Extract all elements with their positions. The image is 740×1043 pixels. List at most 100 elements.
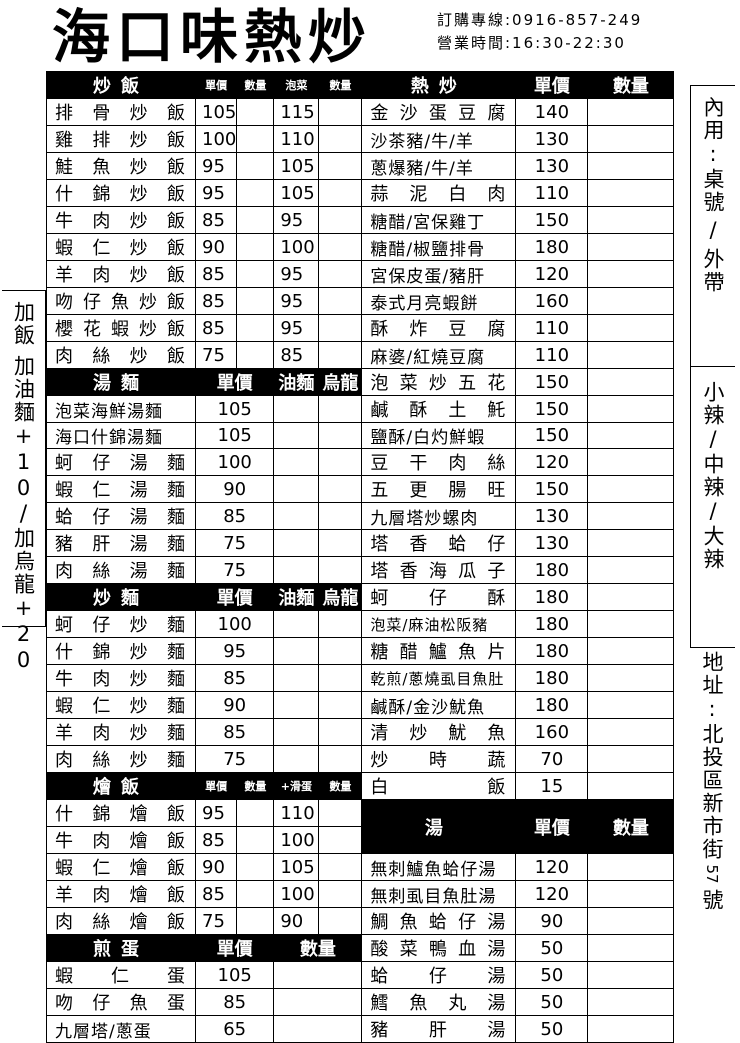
- quantity-cell[interactable]: [318, 853, 363, 881]
- quantity-cell[interactable]: [587, 934, 675, 962]
- quantity-cell[interactable]: [273, 961, 363, 989]
- quantity-cell[interactable]: [587, 448, 675, 476]
- table-row: 煎蛋 單價 數量酸菜鴨血湯 50: [46, 934, 675, 962]
- quantity-cell[interactable]: [318, 422, 363, 449]
- quantity-cell[interactable]: [273, 610, 320, 638]
- quantity-cell[interactable]: [318, 206, 363, 234]
- quantity-cell[interactable]: [318, 637, 363, 665]
- soup-col-price: 單價: [515, 799, 589, 854]
- quantity-cell[interactable]: [273, 691, 320, 719]
- quantity-cell[interactable]: [587, 314, 675, 342]
- quantity-cell[interactable]: [318, 502, 363, 530]
- quantity-cell[interactable]: [318, 799, 363, 827]
- quantity-cell[interactable]: [318, 718, 363, 746]
- quantity-cell[interactable]: [318, 610, 363, 638]
- quantity-cell[interactable]: [236, 799, 275, 827]
- quantity-cell[interactable]: [587, 988, 675, 1016]
- table-row: 蝦仁蛋 105 蛤仔湯 50: [46, 961, 675, 989]
- quantity-cell[interactable]: [273, 502, 320, 530]
- quantity-cell[interactable]: [236, 287, 275, 315]
- quantity-cell[interactable]: [273, 422, 320, 449]
- quantity-cell[interactable]: [587, 961, 675, 989]
- quantity-cell[interactable]: [318, 529, 363, 557]
- quantity-cell[interactable]: [587, 529, 675, 557]
- quantity-cell[interactable]: [318, 395, 363, 423]
- quantity-cell[interactable]: [587, 179, 675, 207]
- quantity-cell[interactable]: [587, 745, 675, 773]
- quantity-cell[interactable]: [318, 448, 363, 476]
- quantity-cell[interactable]: [318, 880, 363, 908]
- quantity-cell[interactable]: [236, 826, 275, 854]
- quantity-cell[interactable]: [273, 529, 320, 557]
- quantity-cell[interactable]: [236, 341, 275, 369]
- quantity-cell[interactable]: [318, 314, 363, 342]
- quantity-cell[interactable]: [318, 475, 363, 503]
- table-row: 肉絲炒麵 75 炒時蔬 70: [46, 745, 675, 773]
- takeout-label: 外帶: [701, 248, 725, 294]
- quantity-cell[interactable]: [587, 206, 675, 234]
- menu-item-name: 蚵仔酥: [361, 583, 517, 611]
- quantity-cell[interactable]: [587, 583, 675, 611]
- quantity-cell[interactable]: [273, 637, 320, 665]
- quantity-cell[interactable]: [318, 826, 363, 854]
- quantity-cell[interactable]: [318, 745, 363, 773]
- quantity-cell[interactable]: [318, 691, 363, 719]
- quantity-cell[interactable]: [236, 152, 275, 180]
- quantity-cell[interactable]: [587, 718, 675, 746]
- quantity-cell[interactable]: [318, 260, 363, 288]
- quantity-cell[interactable]: [587, 610, 675, 638]
- quantity-cell[interactable]: [587, 502, 675, 530]
- quantity-cell[interactable]: [236, 853, 275, 881]
- quantity-cell[interactable]: [318, 907, 363, 935]
- quantity-cell[interactable]: [236, 233, 275, 261]
- quantity-cell[interactable]: [273, 395, 320, 423]
- quantity-cell[interactable]: [587, 341, 675, 369]
- quantity-cell[interactable]: [587, 907, 675, 935]
- quantity-cell[interactable]: [318, 341, 363, 369]
- quantity-cell[interactable]: [318, 98, 363, 126]
- quantity-cell[interactable]: [318, 125, 363, 153]
- quantity-cell[interactable]: [236, 907, 275, 935]
- quantity-cell[interactable]: [273, 988, 363, 1016]
- quantity-cell[interactable]: [236, 206, 275, 234]
- quantity-cell[interactable]: [587, 475, 675, 503]
- quantity-cell[interactable]: [587, 260, 675, 288]
- quantity-cell[interactable]: [236, 98, 275, 126]
- quantity-cell[interactable]: [587, 853, 675, 881]
- quantity-cell[interactable]: [318, 233, 363, 261]
- quantity-cell[interactable]: [236, 179, 275, 207]
- quantity-cell[interactable]: [587, 772, 675, 800]
- quantity-cell[interactable]: [318, 556, 363, 584]
- quantity-cell[interactable]: [318, 664, 363, 692]
- quantity-cell[interactable]: [587, 233, 675, 261]
- quantity-cell[interactable]: [273, 745, 320, 773]
- quantity-cell[interactable]: [236, 314, 275, 342]
- quantity-cell[interactable]: [318, 152, 363, 180]
- quantity-cell[interactable]: [587, 395, 675, 423]
- quantity-cell[interactable]: [587, 287, 675, 315]
- quantity-cell[interactable]: [587, 691, 675, 719]
- table-row: 肉絲炒飯 75 85 麻婆/紅燒豆腐 110: [46, 341, 675, 369]
- quantity-cell[interactable]: [236, 880, 275, 908]
- quantity-cell[interactable]: [273, 475, 320, 503]
- quantity-cell[interactable]: [587, 368, 675, 396]
- quantity-cell[interactable]: [273, 448, 320, 476]
- item-price-kimchi: 95: [273, 314, 320, 342]
- quantity-cell[interactable]: [587, 152, 675, 180]
- quantity-cell[interactable]: [273, 664, 320, 692]
- quantity-cell[interactable]: [587, 125, 675, 153]
- quantity-cell[interactable]: [587, 556, 675, 584]
- item-price: 75: [194, 529, 275, 557]
- quantity-cell[interactable]: [318, 287, 363, 315]
- quantity-cell[interactable]: [587, 664, 675, 692]
- quantity-cell[interactable]: [587, 422, 675, 449]
- quantity-cell[interactable]: [236, 125, 275, 153]
- quantity-cell[interactable]: [587, 637, 675, 665]
- menu-item-name: 蚵仔炒麵: [46, 610, 196, 638]
- quantity-cell[interactable]: [273, 556, 320, 584]
- quantity-cell[interactable]: [273, 718, 320, 746]
- quantity-cell[interactable]: [587, 98, 675, 126]
- quantity-cell[interactable]: [587, 880, 675, 908]
- quantity-cell[interactable]: [318, 179, 363, 207]
- quantity-cell[interactable]: [236, 260, 275, 288]
